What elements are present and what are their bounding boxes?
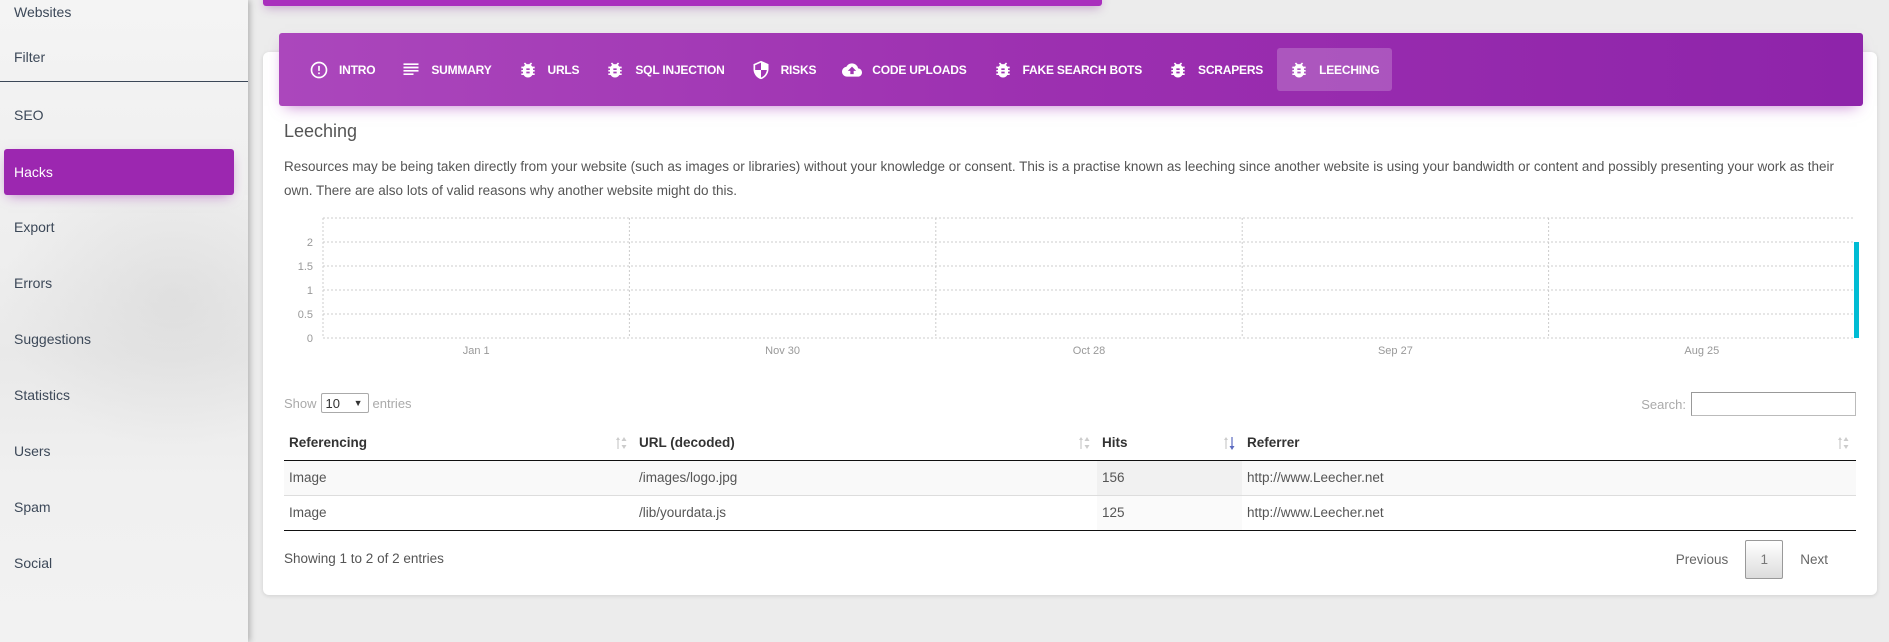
- tab-scrapers[interactable]: SCRAPERS: [1156, 48, 1275, 91]
- cell-referencing: Image: [284, 460, 634, 496]
- tab-label: FAKE SEARCH BOTS: [1022, 62, 1143, 77]
- search-input[interactable]: [1691, 392, 1856, 416]
- chart-svg: 0 0.5 1 1.5 2 Jan 1 Nov 30 Oct 28 Sep 27 Aug 25: [298, 217, 1859, 357]
- table-search-control: Search:: [1641, 392, 1856, 416]
- sidebar-divider: [0, 81, 248, 82]
- y-tick-label: 1.5: [298, 261, 313, 273]
- length-label-after: entries: [372, 395, 412, 411]
- bug-icon: [1289, 60, 1309, 80]
- sort-both-icon: [1079, 437, 1090, 449]
- sort-both-icon: [1838, 437, 1849, 449]
- hacks-tab-bar: INTRO SUMMARY URLS SQL INJECTION RISKS C…: [279, 33, 1863, 106]
- column-label: Referencing: [289, 434, 368, 450]
- sort-both-icon: [616, 437, 627, 449]
- leeching-table: Referencing URL (decoded) Hits Referrer …: [284, 425, 1856, 531]
- column-header-referrer[interactable]: Referrer: [1242, 425, 1856, 461]
- tab-risks[interactable]: RISKS: [739, 48, 829, 91]
- page-length-value: 10: [325, 395, 340, 411]
- sidebar-item-statistics[interactable]: Statistics: [4, 372, 234, 418]
- x-tick-label: Oct 28: [1073, 345, 1105, 357]
- sidebar: Websites Filter SEO Hacks Export Errors …: [0, 0, 248, 642]
- info-circle-icon: [309, 60, 329, 80]
- cell-url: /images/logo.jpg: [634, 460, 1097, 496]
- length-label-before: Show: [284, 395, 317, 411]
- sidebar-item-social[interactable]: Social: [4, 540, 234, 586]
- cell-hits: 125: [1097, 495, 1242, 531]
- previous-card-header: [263, 0, 1102, 6]
- table-info: Showing 1 to 2 of 2 entries: [284, 551, 444, 566]
- cell-referrer: http://www.Leecher.net: [1242, 495, 1856, 531]
- table-row[interactable]: Image /images/logo.jpg 156 http://www.Le…: [284, 460, 1856, 496]
- tab-label: CODE UPLOADS: [872, 62, 967, 77]
- column-header-referencing[interactable]: Referencing: [284, 425, 634, 461]
- page-button-current[interactable]: 1: [1745, 540, 1784, 579]
- section-description: Resources may be being taken directly fr…: [284, 159, 1835, 198]
- y-tick-label: 0: [307, 333, 313, 345]
- previous-page-button[interactable]: Previous: [1664, 552, 1741, 567]
- sort-desc-icon: [1224, 437, 1235, 450]
- x-tick-label: Nov 30: [765, 345, 800, 357]
- section-title: Leeching: [284, 121, 358, 141]
- cell-url: /lib/yourdata.js: [634, 495, 1097, 531]
- sidebar-item-errors[interactable]: Errors: [4, 260, 234, 306]
- column-label: URL (decoded): [639, 434, 735, 450]
- tab-label: LEECHING: [1319, 62, 1380, 77]
- sidebar-item-export[interactable]: Export: [4, 204, 234, 250]
- table-header-row: Referencing URL (decoded) Hits Referrer: [284, 425, 1856, 461]
- chart-bar: [1854, 242, 1859, 338]
- y-tick-label: 1: [307, 285, 313, 297]
- sidebar-item-filter[interactable]: Filter: [4, 34, 234, 80]
- dropdown-arrow-icon: ▼: [353, 398, 363, 408]
- tab-label: SQL INJECTION: [635, 62, 725, 77]
- tab-urls[interactable]: URLS: [506, 48, 592, 91]
- sidebar-item-suggestions[interactable]: Suggestions: [4, 316, 234, 362]
- shield-icon: [751, 60, 771, 80]
- tab-intro[interactable]: INTRO: [297, 48, 387, 91]
- tab-label: RISKS: [780, 62, 817, 77]
- sidebar-item-seo[interactable]: SEO: [4, 92, 234, 138]
- tab-label: URLS: [547, 62, 580, 77]
- column-label: Hits: [1102, 434, 1128, 450]
- search-label: Search:: [1641, 396, 1686, 412]
- tab-label: SCRAPERS: [1198, 62, 1264, 77]
- bug-icon: [518, 60, 538, 80]
- bug-icon: [1168, 60, 1188, 80]
- cell-hits: 156: [1097, 460, 1242, 496]
- x-tick-label: Aug 25: [1684, 345, 1719, 357]
- page-length-select[interactable]: 10 ▼: [320, 393, 369, 413]
- sidebar-item-hacks[interactable]: Hacks: [4, 149, 234, 195]
- y-tick-label: 2: [307, 237, 313, 249]
- sidebar-item-websites[interactable]: Websites: [4, 0, 234, 35]
- page-length-control: Show 10 ▼ entries: [284, 393, 412, 413]
- sidebar-item-spam[interactable]: Spam: [4, 484, 234, 530]
- cell-referencing: Image: [284, 495, 634, 531]
- x-tick-label: Jan 1: [463, 345, 490, 357]
- x-tick-label: Sep 27: [1378, 345, 1413, 357]
- pagination: Previous 1 Next: [1664, 540, 1840, 579]
- column-header-url[interactable]: URL (decoded): [634, 425, 1097, 461]
- tab-code-uploads[interactable]: CODE UPLOADS: [830, 48, 978, 91]
- tab-fake-search-bots[interactable]: FAKE SEARCH BOTS: [981, 48, 1154, 91]
- tab-label: SUMMARY: [431, 62, 492, 77]
- column-header-hits[interactable]: Hits: [1097, 425, 1242, 461]
- tab-summary[interactable]: SUMMARY: [389, 48, 503, 91]
- leeching-chart: 0 0.5 1 1.5 2 Jan 1 Nov 30 Oct 28 Sep 27 Aug 25: [270, 210, 1870, 360]
- table-row[interactable]: Image /lib/yourdata.js 125 http://www.Le…: [284, 495, 1856, 531]
- bug-icon: [605, 60, 625, 80]
- tab-leeching[interactable]: LEECHING: [1277, 48, 1392, 91]
- cell-referrer: http://www.Leecher.net: [1242, 460, 1856, 496]
- next-page-button[interactable]: Next: [1788, 552, 1840, 567]
- y-tick-label: 0.5: [298, 309, 313, 321]
- bug-icon: [993, 60, 1013, 80]
- tab-label: INTRO: [339, 62, 376, 77]
- cloud-upload-icon: [842, 60, 863, 80]
- sidebar-item-users[interactable]: Users: [4, 428, 234, 474]
- tab-sql-injection[interactable]: SQL INJECTION: [593, 48, 736, 91]
- list-lines-icon: [401, 60, 421, 80]
- column-label: Referrer: [1247, 434, 1300, 450]
